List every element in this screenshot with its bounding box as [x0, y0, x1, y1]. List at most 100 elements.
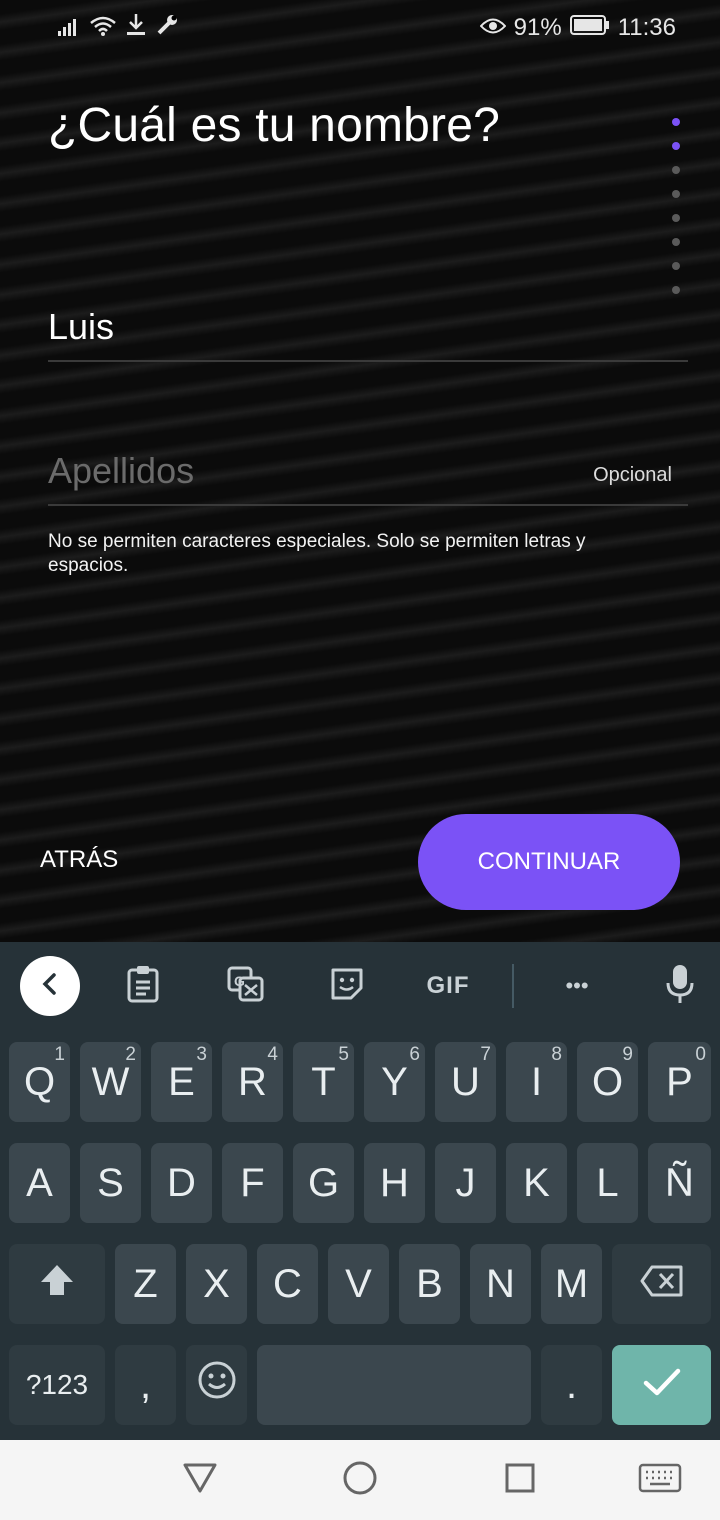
eye-icon: [479, 14, 507, 42]
progress-dot: [672, 190, 680, 198]
key-label: O: [591, 1059, 624, 1104]
voice-input-button[interactable]: [658, 964, 702, 1008]
keyboard-icon: [638, 1463, 682, 1498]
progress-dot: [672, 118, 680, 126]
translate-button[interactable]: G: [224, 964, 268, 1008]
nav-home-button[interactable]: [338, 1458, 382, 1502]
key-q[interactable]: Q1: [9, 1042, 70, 1122]
emoji-icon: [197, 1360, 237, 1410]
period-key[interactable]: .: [541, 1345, 602, 1425]
validation-hint: No se permiten caracteres especiales. So…: [48, 531, 586, 576]
key-g[interactable]: G: [293, 1143, 354, 1223]
comma-key[interactable]: ,: [115, 1345, 176, 1425]
status-icons-right: 91% 11:36: [479, 14, 676, 42]
key-label: T: [311, 1059, 336, 1104]
progress-dot: [672, 238, 680, 246]
key-b[interactable]: B: [399, 1244, 460, 1324]
key-hint: 0: [695, 1044, 706, 1065]
toolbar-divider: [512, 964, 514, 1008]
wifi-icon: [90, 15, 116, 43]
more-options-button[interactable]: •••: [555, 964, 599, 1008]
key-x[interactable]: X: [186, 1244, 247, 1324]
key-hint: 1: [54, 1044, 65, 1065]
key-r[interactable]: R4: [222, 1042, 283, 1122]
status-icons-left: [58, 14, 178, 43]
continue-button[interactable]: CONTINUAR: [418, 814, 680, 910]
collapse-toolbar-button[interactable]: [20, 956, 80, 1016]
key-f[interactable]: F: [222, 1143, 283, 1223]
progress-dots: [672, 118, 680, 294]
key-hint: 3: [196, 1044, 207, 1065]
back-button[interactable]: ATRÁS: [40, 846, 118, 874]
key-e[interactable]: E3: [151, 1042, 212, 1122]
key-label: I: [530, 1059, 543, 1104]
app-screen: 91% 11:36 ¿Cuál es tu nombre? Opcional N…: [0, 0, 720, 942]
first-name-field: [48, 296, 688, 362]
key-k[interactable]: K: [506, 1143, 567, 1223]
keyboard: G GIF ••• Q1 W2 E3 R4 T5 Y6 U7 I8 O9 P0 …: [0, 942, 720, 1440]
key-y[interactable]: Y6: [364, 1042, 425, 1122]
svg-text:G: G: [234, 973, 245, 989]
space-key[interactable]: [257, 1345, 531, 1425]
signal-icon: [58, 15, 80, 43]
key-o[interactable]: O9: [577, 1042, 638, 1122]
optional-label: Opcional: [593, 464, 672, 486]
circle-home-icon: [342, 1460, 378, 1501]
key-c[interactable]: C: [257, 1244, 318, 1324]
last-name-field: Opcional: [48, 440, 688, 506]
clock: 11:36: [617, 14, 676, 41]
progress-dot: [672, 142, 680, 150]
keyboard-toolbar: G GIF •••: [0, 942, 720, 1032]
key-w[interactable]: W2: [80, 1042, 141, 1122]
key-enye[interactable]: Ñ: [648, 1143, 711, 1223]
key-label: R: [238, 1059, 267, 1104]
key-t[interactable]: T5: [293, 1042, 354, 1122]
key-i[interactable]: I8: [506, 1042, 567, 1122]
key-a[interactable]: A: [9, 1143, 70, 1223]
system-nav-bar: [0, 1440, 720, 1520]
nav-keyboard-button[interactable]: [636, 1458, 684, 1502]
clipboard-icon: [127, 965, 159, 1008]
key-h[interactable]: H: [364, 1143, 425, 1223]
nav-recents-button[interactable]: [498, 1458, 542, 1502]
enter-key[interactable]: [612, 1345, 711, 1425]
key-v[interactable]: V: [328, 1244, 389, 1324]
key-hint: 7: [480, 1044, 491, 1065]
key-u[interactable]: U7: [435, 1042, 496, 1122]
shift-key[interactable]: [9, 1244, 105, 1324]
first-name-input[interactable]: [48, 306, 568, 348]
chevron-left-icon: [40, 972, 60, 1001]
shift-icon: [38, 1262, 76, 1307]
triangle-back-icon: [182, 1462, 218, 1499]
sticker-button[interactable]: [325, 964, 369, 1008]
gif-button[interactable]: GIF: [422, 964, 474, 1008]
nav-back-button[interactable]: [178, 1458, 222, 1502]
key-p[interactable]: P0: [648, 1042, 711, 1122]
backspace-icon: [640, 1262, 684, 1307]
key-j[interactable]: J: [435, 1143, 496, 1223]
clipboard-button[interactable]: [121, 964, 165, 1008]
key-s[interactable]: S: [80, 1143, 141, 1223]
key-label: U: [451, 1059, 480, 1104]
key-l[interactable]: L: [577, 1143, 638, 1223]
sticker-icon: [329, 966, 365, 1007]
key-m[interactable]: M: [541, 1244, 602, 1324]
square-recents-icon: [504, 1462, 536, 1499]
microphone-icon: [665, 964, 695, 1009]
key-hint: 5: [338, 1044, 349, 1065]
key-z[interactable]: Z: [115, 1244, 176, 1324]
progress-dot: [672, 262, 680, 270]
symbols-key[interactable]: ?123: [9, 1345, 105, 1425]
emoji-key[interactable]: [186, 1345, 247, 1425]
key-n[interactable]: N: [470, 1244, 531, 1324]
last-name-input[interactable]: [48, 450, 568, 492]
key-hint: 2: [125, 1044, 136, 1065]
key-hint: 9: [622, 1044, 633, 1065]
battery-percent: 91%: [513, 14, 562, 41]
progress-dot: [672, 166, 680, 174]
backspace-key[interactable]: [612, 1244, 711, 1324]
key-label: E: [168, 1059, 195, 1104]
key-hint: 4: [267, 1044, 278, 1065]
key-label: Q: [23, 1059, 56, 1104]
key-d[interactable]: D: [151, 1143, 212, 1223]
